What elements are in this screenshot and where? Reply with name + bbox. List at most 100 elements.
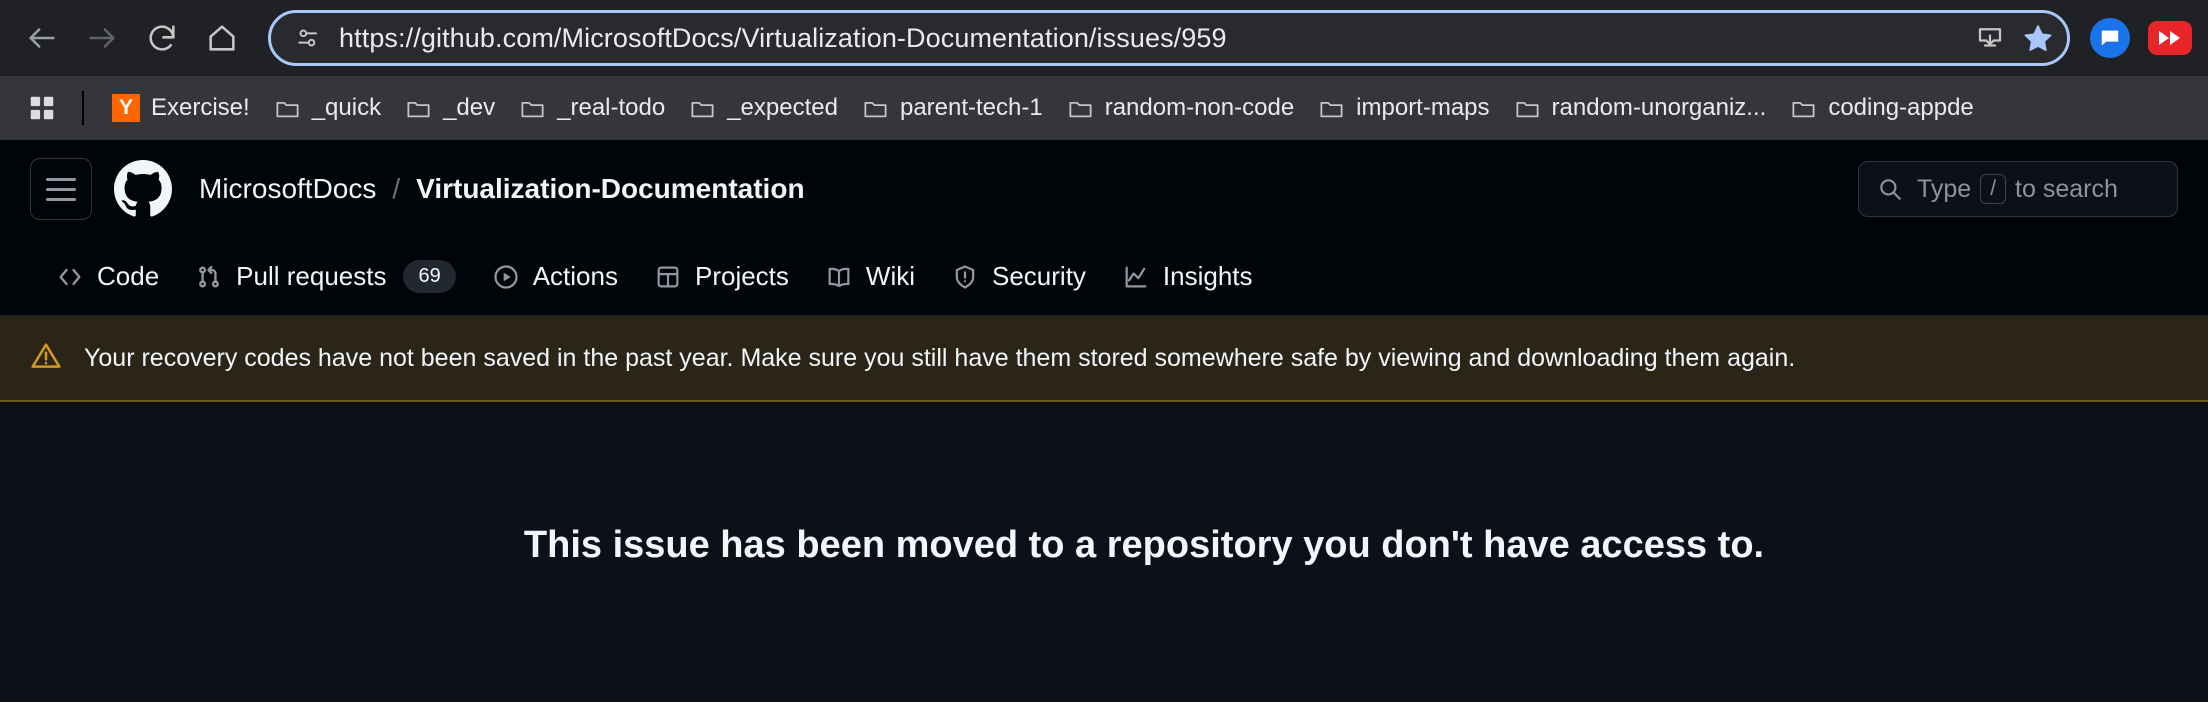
tab-label: Projects <box>694 261 789 291</box>
folder-icon <box>1320 101 1343 117</box>
bookmark-label: random-non-code <box>1104 94 1295 121</box>
github-mark-icon <box>114 160 172 217</box>
tab-code[interactable]: Code <box>38 251 177 302</box>
install-app-button[interactable] <box>1969 17 2011 59</box>
tab-label: Code <box>97 261 160 291</box>
chat-extension-button[interactable] <box>2090 18 2130 58</box>
tab-pull-requests[interactable]: Pull requests 69 <box>177 250 474 303</box>
folder-icon <box>276 101 299 117</box>
bookmarks-divider <box>82 91 84 125</box>
search-placeholder: Type / to search <box>1917 173 2118 205</box>
main-content: This issue has been moved to a repositor… <box>0 402 2208 702</box>
github-logo-link[interactable] <box>114 160 172 218</box>
install-app-icon <box>1978 28 2002 47</box>
repository-nav: Code Pull requests 69 Actions Projects W… <box>0 238 2208 316</box>
table-icon <box>654 263 682 291</box>
hamburger-bar <box>46 197 76 201</box>
tab-label: Wiki <box>865 261 915 291</box>
all-bookmarks-button[interactable] <box>18 86 66 130</box>
folder-icon <box>407 101 430 117</box>
home-button[interactable] <box>194 10 250 66</box>
bookmark-label: _dev <box>443 94 496 121</box>
bookmarks-bar: Y Exercise! _quick _dev _real-todo _expe… <box>0 76 2208 140</box>
chat-bubble-icon <box>2101 30 2119 46</box>
fast-forward-extension-button[interactable] <box>2148 21 2192 55</box>
bookmark-item-expected[interactable]: _expected <box>677 87 850 129</box>
bookmark-star-icon <box>2024 25 2052 51</box>
arrow-right-icon <box>89 28 115 48</box>
bookmark-label: random-unorganiz... <box>1551 94 1767 121</box>
bookmark-button[interactable] <box>2017 17 2059 59</box>
folder-icon <box>1792 101 1815 117</box>
bookmark-label: coding-appde <box>1828 94 1974 121</box>
code-icon <box>56 263 84 291</box>
tab-label: Actions <box>532 261 618 291</box>
breadcrumb-owner-link[interactable]: MicrosoftDocs <box>199 173 376 205</box>
site-settings-icon <box>298 29 318 47</box>
search-icon <box>1880 179 1901 200</box>
alert-triangle-icon <box>30 340 62 377</box>
bookmark-label: _real-todo <box>557 94 666 121</box>
search-slash-key: / <box>1980 173 2007 205</box>
forward-button[interactable] <box>74 10 130 66</box>
folder-icon <box>864 101 887 117</box>
blankslate-message: This issue has been moved to a repositor… <box>523 524 1765 566</box>
address-bar[interactable]: https://github.com/MicrosoftDocs/Virtual… <box>268 10 2070 66</box>
book-icon <box>825 263 853 291</box>
bookmark-item-exercise[interactable]: Y Exercise! <box>100 87 262 129</box>
bookmark-item-parent-tech-1[interactable]: parent-tech-1 <box>850 87 1055 129</box>
tab-label: Security <box>992 261 1086 291</box>
bookmark-label: _expected <box>727 94 838 121</box>
tab-actions[interactable]: Actions <box>474 251 636 302</box>
fast-forward-icon <box>2159 31 2180 45</box>
global-nav-menu-button[interactable] <box>30 158 92 220</box>
bookmark-item-dev[interactable]: _dev <box>393 87 507 129</box>
bookmark-label: import-maps <box>1356 94 1490 121</box>
extension-icons <box>2090 18 2194 58</box>
pull-requests-counter: 69 <box>403 260 456 293</box>
hamburger-bar <box>46 187 76 191</box>
breadcrumb-repo-link[interactable]: Virtualization-Documentation <box>416 173 804 205</box>
flash-warning-banner: Your recovery codes have not been saved … <box>0 316 2208 402</box>
github-header: MicrosoftDocs / Virtualization-Documenta… <box>0 140 2208 238</box>
tab-insights[interactable]: Insights <box>1104 251 1271 302</box>
apps-grid-icon <box>30 96 54 120</box>
tab-projects[interactable]: Projects <box>636 251 807 302</box>
hamburger-bar <box>46 177 76 181</box>
y-favicon: Y <box>112 94 140 122</box>
graph-icon <box>1122 263 1150 291</box>
git-pull-request-icon <box>195 263 223 291</box>
back-button[interactable] <box>14 10 70 66</box>
folder-icon <box>521 101 544 117</box>
reload-icon <box>149 25 175 51</box>
bookmark-label: Exercise! <box>151 94 250 121</box>
bookmark-item-import-maps[interactable]: import-maps <box>1306 87 1501 129</box>
browser-toolbar: https://github.com/MicrosoftDocs/Virtual… <box>0 0 2208 76</box>
tab-wiki[interactable]: Wiki <box>807 251 933 302</box>
bookmark-item-real-todo[interactable]: _real-todo <box>507 87 677 129</box>
reload-button[interactable] <box>134 10 190 66</box>
breadcrumb: MicrosoftDocs / Virtualization-Documenta… <box>199 173 805 205</box>
bookmark-item-random-unorganized[interactable]: random-unorganiz... <box>1502 87 1779 129</box>
site-settings-button[interactable] <box>287 17 329 59</box>
url-text[interactable]: https://github.com/MicrosoftDocs/Virtual… <box>339 23 1959 54</box>
shield-icon <box>951 263 979 291</box>
tab-security[interactable]: Security <box>933 251 1104 302</box>
tab-label: Insights <box>1162 261 1253 291</box>
bookmark-item-random-non-code[interactable]: random-non-code <box>1055 87 1306 129</box>
search-input[interactable]: Type / to search <box>1858 161 2178 217</box>
arrow-left-icon <box>29 28 55 48</box>
search-placeholder-prefix: Type <box>1917 174 1972 203</box>
folder-icon <box>1069 101 1092 117</box>
breadcrumb-separator: / <box>392 173 401 204</box>
tab-label: Pull requests <box>236 261 387 291</box>
play-icon <box>492 263 520 291</box>
home-icon <box>209 25 235 51</box>
bookmark-item-coding-appdev[interactable]: coding-appde <box>1778 87 1985 129</box>
folder-icon <box>691 101 714 117</box>
flash-message: Your recovery codes have not been saved … <box>84 343 1796 372</box>
bookmark-item-quick[interactable]: _quick <box>262 87 393 129</box>
search-placeholder-suffix: to search <box>2015 174 2118 203</box>
folder-icon <box>1516 101 1539 117</box>
bookmark-label: parent-tech-1 <box>899 94 1043 121</box>
